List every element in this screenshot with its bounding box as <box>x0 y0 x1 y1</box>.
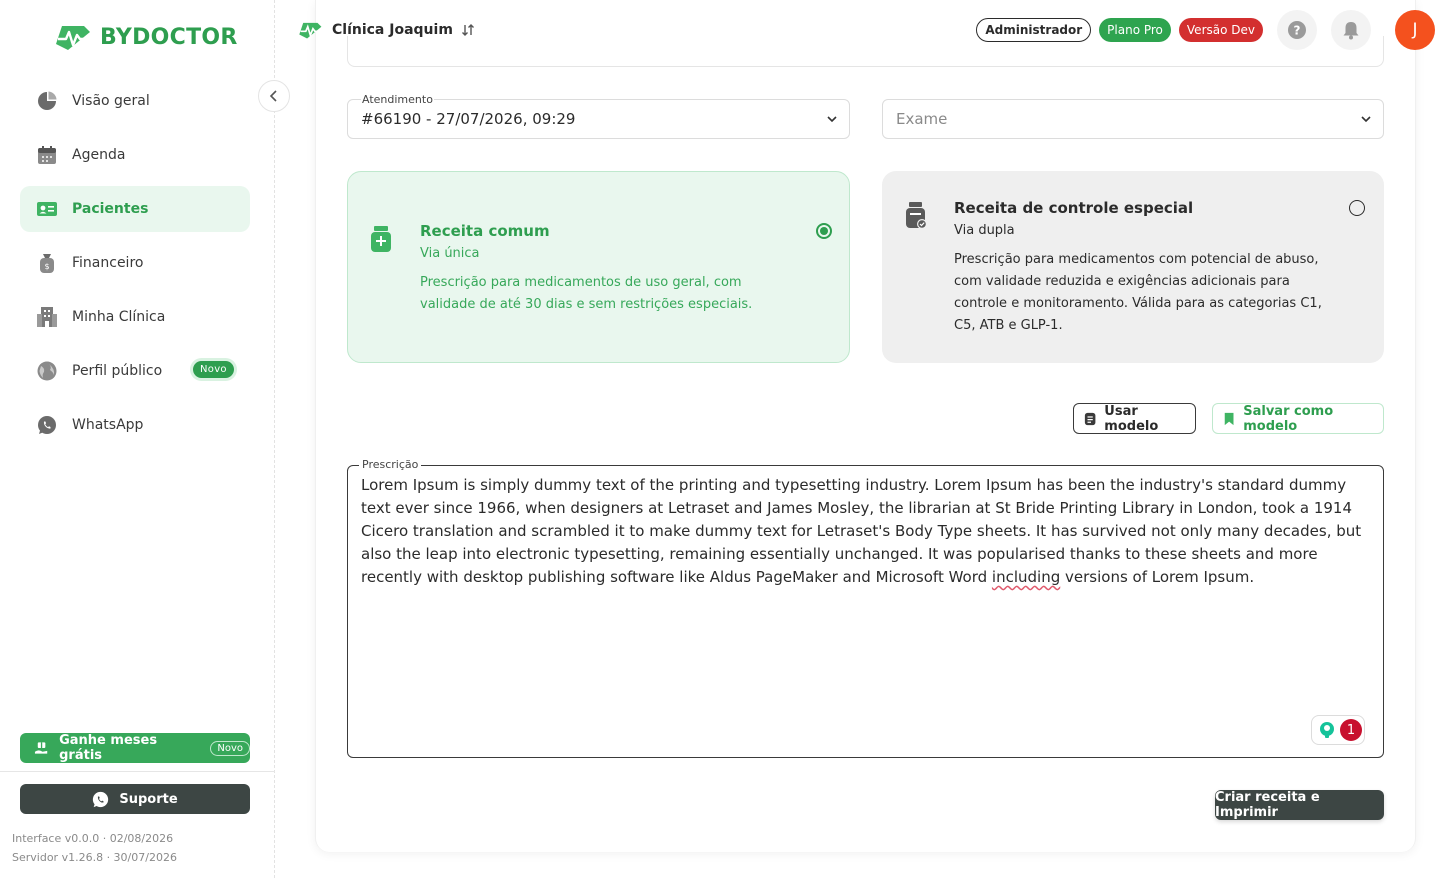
sidebar-item-label: WhatsApp <box>72 417 144 433</box>
receita-comum-subtitle: Via única <box>420 246 480 261</box>
atendimento-label: Atendimento <box>361 93 434 106</box>
sidebar-item-whatsapp[interactable]: WhatsApp <box>20 402 250 448</box>
grammar-issue-count: 1 <box>1340 719 1362 741</box>
free-months-button[interactable]: Ganhe meses grátis Novo <box>20 733 250 763</box>
grammar-assistant-icon <box>1320 722 1334 738</box>
save-model-button[interactable]: Salvar como modelo <box>1212 403 1384 434</box>
swap-arrows-icon <box>461 24 474 36</box>
receita-comum-title: Receita comum <box>420 222 550 240</box>
server-version: Servidor v1.26.8 · 30/07/2026 <box>12 851 177 864</box>
grammar-checker-widget[interactable]: 1 <box>1311 715 1365 745</box>
receita-comum-description: Prescrição para medicamentos de uso gera… <box>420 275 753 312</box>
user-avatar[interactable]: J <box>1395 10 1435 50</box>
receita-especial-title: Receita de controle especial <box>954 199 1194 217</box>
logo-heartbeat-icon <box>56 26 90 50</box>
atendimento-value: #66190 - 27/07/2026, 09:29 <box>361 110 576 128</box>
sidebar-item-label: Financeiro <box>72 255 144 271</box>
question-icon: ? <box>1288 21 1306 39</box>
header-actions: Administrador Plano Pro Versão Dev ? J <box>976 10 1435 50</box>
bookmark-icon <box>1224 412 1234 425</box>
calendar-icon <box>36 144 58 166</box>
help-button[interactable]: ? <box>1277 10 1317 50</box>
prescription-label: Prescrição <box>359 458 422 471</box>
whatsapp-icon <box>93 791 109 807</box>
plan-badge: Plano Pro <box>1099 18 1171 42</box>
globe-icon <box>36 360 58 382</box>
use-model-label: Usar modelo <box>1104 403 1159 434</box>
sidebar-item-label: Pacientes <box>72 201 149 217</box>
sidebar-item-minha-clinica[interactable]: Minha Clínica <box>20 294 250 340</box>
whatsapp-icon <box>36 414 58 436</box>
prescription-text-after: versions of Lorem Ipsum. <box>1060 568 1255 586</box>
support-button[interactable]: Suporte <box>20 784 250 814</box>
sidebar-item-perfil-publico[interactable]: Perfil público Novo <box>20 348 250 394</box>
sidebar-item-label: Visão geral <box>72 93 150 109</box>
collapse-sidebar-button[interactable] <box>258 80 290 112</box>
controlled-medicine-icon <box>906 202 927 229</box>
building-icon <box>36 306 58 328</box>
atendimento-select[interactable]: Atendimento #66190 - 27/07/2026, 09:29 <box>347 93 850 139</box>
new-badge: Novo <box>193 361 234 378</box>
interface-version: Interface v0.0.0 · 02/08/2026 <box>12 832 174 845</box>
clinic-switcher[interactable]: Clínica Joaquim <box>298 19 475 41</box>
receita-especial-radio[interactable] <box>1349 200 1365 216</box>
env-badge: Versão Dev <box>1178 18 1263 42</box>
receita-comum-option[interactable]: Receita comum Via única Prescrição para … <box>347 171 850 363</box>
sidebar-item-pacientes[interactable]: Pacientes <box>20 186 250 232</box>
sidebar-divider <box>0 771 275 772</box>
sidebar-item-visao-geral[interactable]: Visão geral <box>20 78 250 124</box>
patient-card-icon <box>36 198 58 220</box>
exame-placeholder: Exame <box>896 110 948 128</box>
create-and-print-button[interactable]: Criar receita e Imprimir <box>1215 790 1384 820</box>
document-icon <box>1084 412 1096 425</box>
sidebar-nav: Visão geral Agenda Pacientes $ Financeir… <box>20 78 250 456</box>
pie-chart-icon <box>36 90 58 112</box>
sidebar-item-label: Minha Clínica <box>72 309 166 325</box>
money-bag-icon: $ <box>36 252 58 274</box>
brand-logo[interactable]: BYDOCTOR <box>54 22 238 52</box>
receita-comum-radio[interactable] <box>816 223 832 239</box>
medicine-bottle-icon <box>371 226 391 252</box>
prescription-textarea[interactable]: Prescrição Lorem Ipsum is simply dummy t… <box>347 458 1384 758</box>
chevron-down-icon <box>1361 116 1371 123</box>
svg-text:?: ? <box>1294 24 1301 38</box>
chevron-left-icon <box>269 90 277 102</box>
notifications-button[interactable] <box>1331 10 1371 50</box>
new-badge: Novo <box>210 740 250 756</box>
prescription-text[interactable]: Lorem Ipsum is simply dummy text of the … <box>361 474 1376 589</box>
sidebar-item-agenda[interactable]: Agenda <box>20 132 250 178</box>
svg-text:$: $ <box>44 262 49 271</box>
clinic-name: Clínica Joaquim <box>332 22 453 38</box>
bell-icon <box>1343 22 1359 40</box>
sidebar-item-label: Agenda <box>72 147 126 163</box>
sidebar-item-financeiro[interactable]: $ Financeiro <box>20 240 250 286</box>
gift-hand-icon <box>34 742 48 754</box>
sidebar: BYDOCTOR Visão geral Agenda Pacientes $ … <box>0 0 275 878</box>
use-model-button[interactable]: Usar modelo <box>1073 403 1196 434</box>
receita-especial-subtitle: Via dupla <box>954 223 1015 238</box>
clinic-logo-icon <box>299 22 322 39</box>
exame-select[interactable]: Exame <box>882 99 1384 139</box>
radio-dot <box>820 227 828 235</box>
role-badge: Administrador <box>976 18 1092 42</box>
sidebar-item-label: Perfil público <box>72 363 163 379</box>
chevron-down-icon <box>827 116 837 123</box>
brand-name: BYDOCTOR <box>100 24 238 50</box>
receita-especial-description: Prescrição para medicamentos com potenci… <box>954 252 1322 333</box>
free-months-label: Ganhe meses grátis <box>59 733 158 763</box>
receita-especial-option[interactable]: Receita de controle especial Via dupla P… <box>882 171 1384 363</box>
spellcheck-flagged-word[interactable]: including <box>992 568 1060 586</box>
support-label: Suporte <box>119 791 178 807</box>
save-model-label: Salvar como modelo <box>1243 403 1334 434</box>
